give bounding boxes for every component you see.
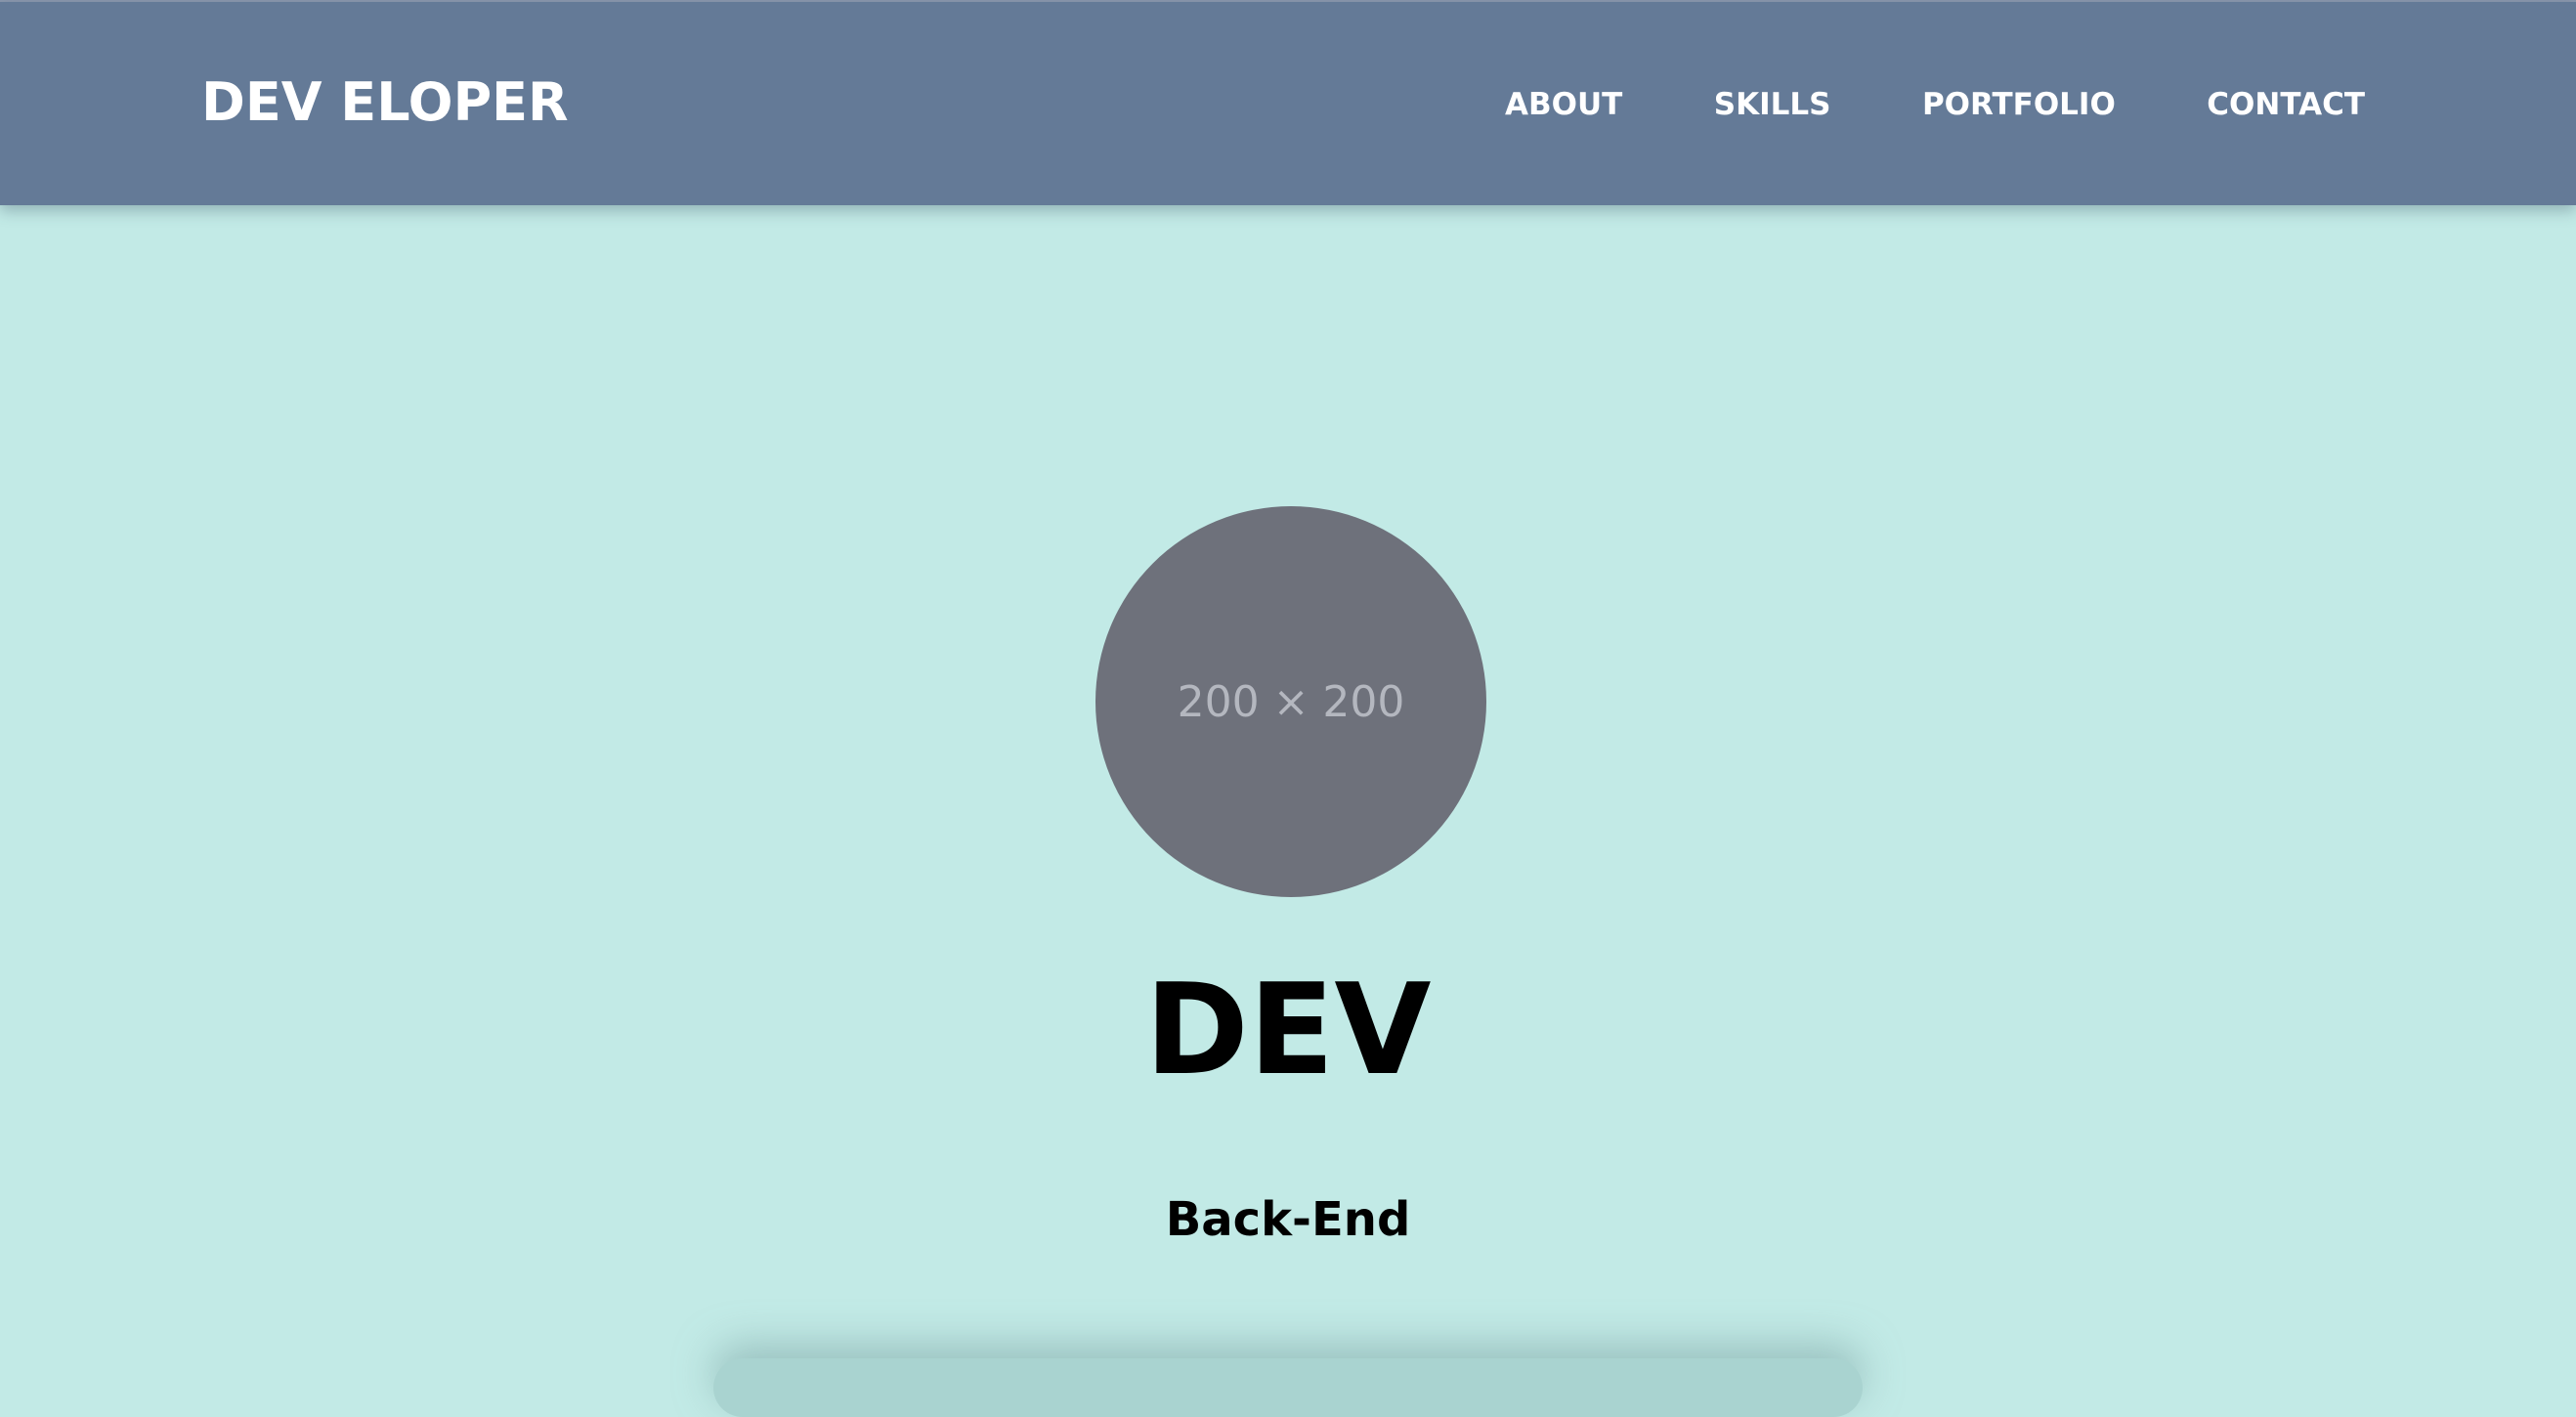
nav-link-portfolio[interactable]: PORTFOLIO xyxy=(1922,87,2116,122)
navbar: DEV ELOPER ABOUT SKILLS PORTFOLIO CONTAC… xyxy=(0,2,2576,205)
content-card-edge xyxy=(713,1358,1863,1417)
nav-link-skills[interactable]: SKILLS xyxy=(1714,87,1831,122)
nav-link-contact[interactable]: CONTACT xyxy=(2207,87,2365,122)
hero-title: DEV xyxy=(1144,958,1432,1103)
hero-subtitle: Back-End xyxy=(1165,1192,1411,1247)
avatar-placeholder: 200 × 200 xyxy=(1095,506,1486,897)
avatar-placeholder-label: 200 × 200 xyxy=(1177,676,1405,727)
brand-logo[interactable]: DEV ELOPER xyxy=(201,70,569,135)
nav-link-about[interactable]: ABOUT xyxy=(1505,87,1622,122)
main-nav: ABOUT SKILLS PORTFOLIO CONTACT xyxy=(1505,80,2365,129)
